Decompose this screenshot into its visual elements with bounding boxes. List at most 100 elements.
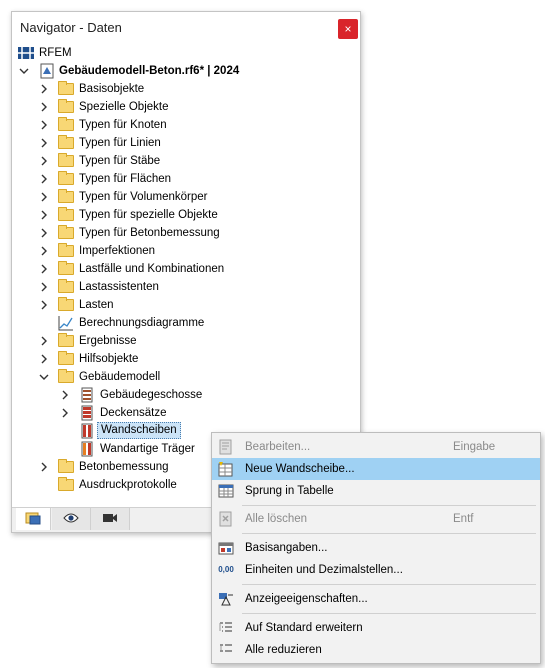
- tree-item-label: Imperfektionen: [79, 245, 156, 257]
- tree-item-label: Hilfsobjekte: [79, 353, 139, 365]
- menu-item-new-shear-wall[interactable]: Neue Wandscheibe...: [212, 458, 540, 480]
- tree-item-label: Ergebnisse: [79, 335, 137, 347]
- collapse-tree-icon: [218, 642, 234, 658]
- basic-settings-icon: [218, 540, 234, 556]
- tree-item-label: Typen für Stäbe: [79, 155, 161, 167]
- chevron-right-icon[interactable]: [39, 458, 49, 476]
- tree-item[interactable]: Imperfektionen: [12, 242, 352, 260]
- tree-item[interactable]: Berechnungsdiagramme: [12, 314, 352, 332]
- tree-item[interactable]: Typen für Linien: [12, 134, 352, 152]
- chevron-right-icon[interactable]: [60, 404, 70, 422]
- tree-item-label: Typen für Knoten: [79, 119, 167, 131]
- tree-root-label: RFEM: [39, 47, 72, 59]
- chevron-right-icon[interactable]: [39, 116, 49, 134]
- chevron-right-icon[interactable]: [39, 134, 49, 152]
- menu-item-expand-default[interactable]: Auf Standard erweitern: [212, 617, 540, 639]
- folder-open-icon: [58, 369, 74, 383]
- menu-item-collapse-all[interactable]: Alle reduzieren: [212, 639, 540, 661]
- edit-icon: [218, 439, 234, 455]
- menu-item-units-decimals[interactable]: 0,00 Einheiten und Dezimalstellen...: [212, 559, 540, 581]
- tree-item-gebaeudemodell[interactable]: Gebäudemodell: [12, 368, 352, 386]
- chevron-right-icon[interactable]: [39, 242, 49, 260]
- folder-icon: [58, 207, 74, 221]
- tree-item-label: Basisobjekte: [79, 83, 145, 95]
- chevron-right-icon[interactable]: [39, 332, 49, 350]
- folder-icon: [58, 351, 74, 365]
- tree-item[interactable]: Typen für Knoten: [12, 116, 352, 134]
- tree-item-label: Lastassistenten: [79, 281, 159, 293]
- tree-item[interactable]: Spezielle Objekte: [12, 98, 352, 116]
- data-tab-icon: [25, 510, 41, 529]
- tree-item[interactable]: Hilfsobjekte: [12, 350, 352, 368]
- units-icon-text: 0,00: [218, 565, 234, 574]
- chevron-right-icon[interactable]: [39, 80, 49, 98]
- menu-item-label: Sprung in Tabelle: [245, 485, 334, 497]
- menu-item-delete-all[interactable]: Alle löschen Entf: [212, 508, 540, 530]
- chevron-right-icon[interactable]: [39, 98, 49, 116]
- chevron-right-icon[interactable]: [39, 224, 49, 242]
- chevron-right-icon[interactable]: [39, 170, 49, 188]
- chevron-right-icon[interactable]: [39, 152, 49, 170]
- tree-item-label: Lasten: [79, 299, 114, 311]
- menu-item-edit[interactable]: Bearbeiten... Eingabe: [212, 436, 540, 458]
- tree-item-label: Berechnungsdiagramme: [79, 317, 205, 329]
- chevron-right-icon[interactable]: [39, 278, 49, 296]
- display-properties-icon: [218, 591, 234, 607]
- tree-item-label: Wandscheiben: [97, 422, 181, 439]
- tree-item[interactable]: Lasten: [12, 296, 352, 314]
- menu-item-jump-to-table[interactable]: Sprung in Tabelle: [212, 480, 540, 502]
- menu-item-basic-settings[interactable]: Basisangaben...: [212, 537, 540, 559]
- folder-icon: [58, 135, 74, 149]
- tree-model[interactable]: Gebäudemodell-Beton.rf6* | 2024: [12, 62, 352, 80]
- chevron-right-icon[interactable]: [39, 296, 49, 314]
- tree-item-label: Gebäudegeschosse: [100, 389, 203, 401]
- tree-item[interactable]: Gebäudegeschosse: [12, 386, 352, 404]
- menu-separator: [242, 505, 536, 506]
- diagram-chart-icon: [58, 315, 74, 331]
- chevron-right-icon[interactable]: [39, 350, 49, 368]
- chevron-right-icon[interactable]: [39, 260, 49, 278]
- tree-item[interactable]: Typen für spezielle Objekte: [12, 206, 352, 224]
- tree-item[interactable]: Lastfälle und Kombinationen: [12, 260, 352, 278]
- chevron-right-icon[interactable]: [39, 206, 49, 224]
- menu-item-label: Anzeigeeigenschaften...: [245, 593, 368, 605]
- chevron-down-icon[interactable]: [39, 368, 49, 386]
- tree-item[interactable]: Lastassistenten: [12, 278, 352, 296]
- deep-beam-icon: [79, 441, 95, 457]
- menu-item-display-properties[interactable]: Anzeigeeigenschaften...: [212, 588, 540, 610]
- video-camera-icon: [102, 512, 118, 527]
- tree-item[interactable]: Deckensätze: [12, 404, 352, 422]
- chevron-right-icon[interactable]: [60, 386, 70, 404]
- tree-item[interactable]: Basisobjekte: [12, 80, 352, 98]
- tree-item[interactable]: Typen für Betonbemessung: [12, 224, 352, 242]
- delete-icon: [218, 511, 234, 527]
- folder-icon: [58, 297, 74, 311]
- folder-icon: [58, 477, 74, 491]
- chevron-right-icon[interactable]: [39, 188, 49, 206]
- folder-icon: [58, 99, 74, 113]
- folder-icon: [58, 189, 74, 203]
- tree-item[interactable]: Ergebnisse: [12, 332, 352, 350]
- menu-item-shortcut: Entf: [453, 513, 474, 525]
- tree-item[interactable]: Typen für Stäbe: [12, 152, 352, 170]
- tree-item-label: Typen für Flächen: [79, 173, 172, 185]
- tree-root-rfem[interactable]: RFEM: [12, 44, 352, 62]
- tab-view[interactable]: [52, 508, 91, 530]
- tree-item[interactable]: Typen für Volumenkörper: [12, 188, 352, 206]
- folder-icon: [58, 333, 74, 347]
- menu-item-label: Neue Wandscheibe...: [245, 463, 355, 475]
- tab-data[interactable]: [16, 508, 51, 530]
- menu-item-shortcut: Eingabe: [453, 441, 496, 453]
- close-button[interactable]: ×: [338, 19, 358, 39]
- tab-camera[interactable]: [91, 508, 130, 530]
- folder-icon: [58, 279, 74, 293]
- table-icon: [218, 483, 234, 499]
- menu-item-label: Alle löschen: [245, 513, 308, 525]
- menu-item-label: Basisangaben...: [245, 542, 328, 554]
- tree-item[interactable]: Typen für Flächen: [12, 170, 352, 188]
- tree-item-label: Typen für Linien: [79, 137, 161, 149]
- eye-icon: [63, 512, 79, 527]
- chevron-down-icon[interactable]: [19, 62, 29, 80]
- folder-icon: [58, 261, 74, 275]
- context-menu: Bearbeiten... Eingabe Neue Wandscheibe..…: [211, 432, 541, 664]
